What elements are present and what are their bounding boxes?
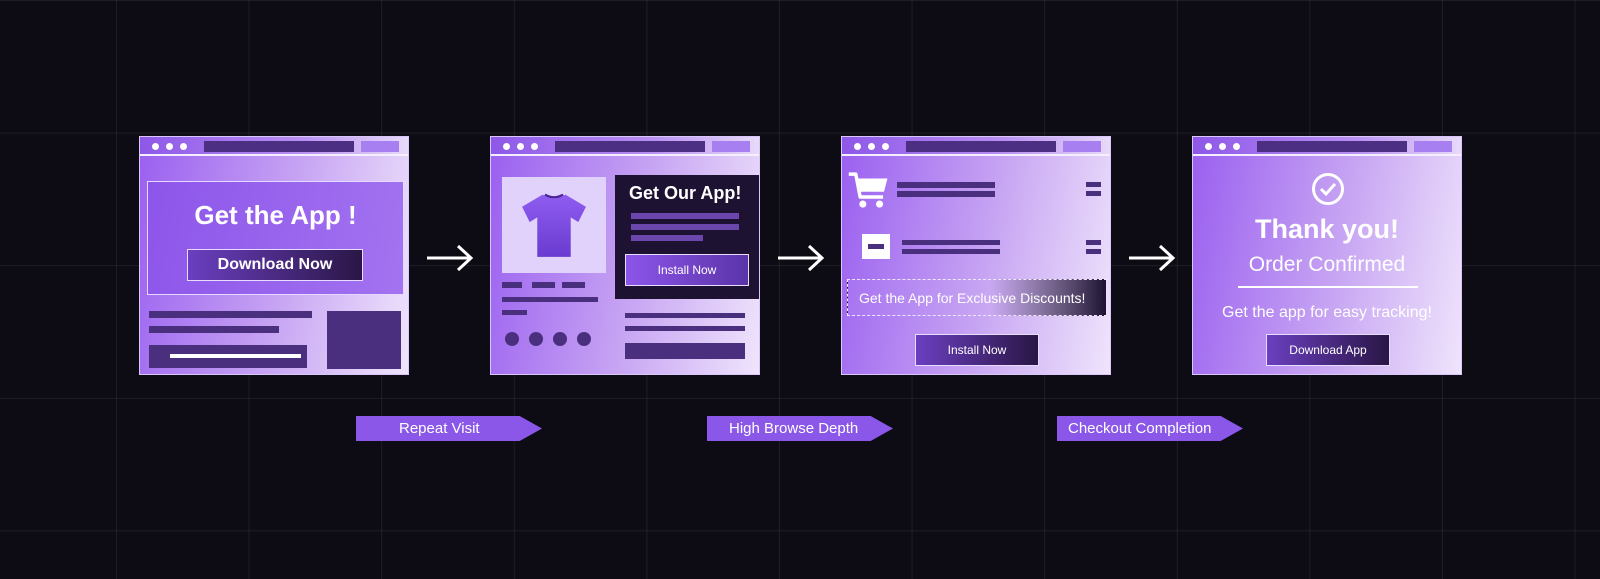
browser-titlebar [140, 137, 408, 156]
arrow-right-icon [1129, 244, 1176, 272]
text-line [502, 297, 598, 302]
tshirt-icon [522, 193, 586, 257]
titlebar-button [361, 141, 399, 152]
footer-bar [149, 345, 307, 368]
window-dot [1205, 143, 1212, 150]
swatch[interactable] [553, 332, 567, 346]
hero-headline: Get the App ! [194, 200, 357, 230]
check-circle-icon [1312, 173, 1344, 205]
add-to-cart-button[interactable] [625, 343, 745, 359]
trigger-label: Repeat Visit [399, 420, 480, 437]
screen-3-cart: Get the App for Exclusive Discounts! Ins… [841, 136, 1111, 375]
qty-line [1086, 182, 1101, 187]
arrow-right-icon [427, 244, 474, 272]
image-placeholder [327, 311, 401, 369]
discount-banner[interactable]: Get the App for Exclusive Discounts! [847, 279, 1107, 316]
text-line [625, 313, 745, 318]
install-now-button[interactable]: Install Now [915, 334, 1039, 366]
address-bar [555, 141, 705, 152]
screen-1-homepage: Get the App ! Download Now [139, 136, 409, 375]
titlebar-button [712, 141, 750, 152]
address-bar [906, 141, 1056, 152]
window-dot [180, 143, 187, 150]
qty-line [1086, 191, 1101, 196]
tracking-text: Get the app for easy tracking! [1222, 304, 1432, 321]
promo-headline: Get Our App! [629, 183, 742, 203]
text-line [149, 311, 312, 318]
window-dot [882, 143, 889, 150]
swatch[interactable] [529, 332, 543, 346]
window-dot [166, 143, 173, 150]
titlebar-button [1414, 141, 1452, 152]
trigger-tag-checkout-completion: Checkout Completion [1057, 416, 1243, 441]
trigger-tag-repeat-visit: Repeat Visit [356, 416, 542, 441]
text-line [897, 182, 995, 188]
trigger-label: High Browse Depth [729, 420, 859, 437]
minus-icon[interactable] [862, 234, 890, 259]
swatch[interactable] [505, 332, 519, 346]
thank-you-heading: Thank you! [1254, 214, 1399, 244]
trigger-tag-high-browse-depth: High Browse Depth [707, 416, 893, 441]
browser-titlebar [842, 137, 1110, 156]
text-line [902, 240, 1000, 245]
window-dot [503, 143, 510, 150]
screen-2-product-page: Get Our App! Install Now [490, 136, 760, 375]
screen-4-confirmation: Thank you! Order Confirmed Get the app f… [1192, 136, 1462, 375]
address-bar [1257, 141, 1407, 152]
text-line [897, 191, 995, 197]
divider [1238, 286, 1418, 288]
text-line [562, 282, 585, 288]
window-dot [517, 143, 524, 150]
cart-icon [848, 172, 888, 208]
text-line [631, 224, 739, 230]
window-dot [854, 143, 861, 150]
window-dot [868, 143, 875, 150]
window-dot [152, 143, 159, 150]
text-line [532, 282, 555, 288]
text-line [625, 326, 745, 331]
text-line [631, 235, 703, 241]
trigger-label: Checkout Completion [1068, 420, 1212, 437]
text-line [502, 310, 527, 315]
swatch[interactable] [577, 332, 591, 346]
order-confirmed-text: Order Confirmed [1248, 253, 1406, 276]
browser-titlebar [1193, 137, 1461, 156]
text-line [902, 249, 1000, 254]
window-dot [1233, 143, 1240, 150]
download-app-button[interactable]: Download App [1266, 334, 1390, 366]
titlebar-button [1063, 141, 1101, 152]
qty-line [1086, 249, 1101, 254]
qty-line [1086, 240, 1101, 245]
text-line [149, 326, 279, 333]
product-image [502, 177, 606, 273]
download-now-button[interactable]: Download Now [187, 249, 363, 281]
window-dot [1219, 143, 1226, 150]
window-dot [531, 143, 538, 150]
discount-text: Get the App for Exclusive Discounts! [859, 290, 1086, 306]
browser-titlebar [491, 137, 759, 156]
address-bar [204, 141, 354, 152]
text-line [631, 213, 739, 219]
text-line [502, 282, 522, 288]
hero-banner: Get the App ! Download Now [147, 181, 404, 295]
promo-panel: Get Our App! Install Now [615, 175, 759, 299]
install-now-button[interactable]: Install Now [625, 254, 749, 286]
arrow-right-icon [778, 244, 825, 272]
